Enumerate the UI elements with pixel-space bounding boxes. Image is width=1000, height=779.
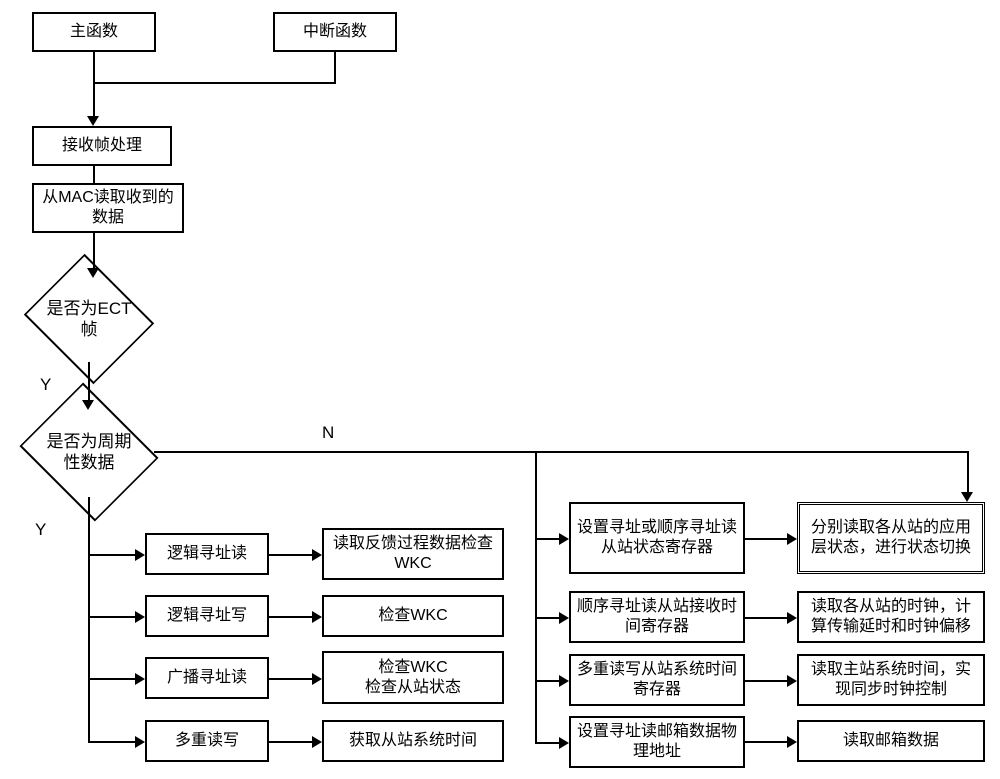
recv-proc: 接收帧处理: [32, 126, 172, 166]
ra4: 设置寻址读邮箱数据物理地址: [569, 716, 745, 768]
main-func: 主函数: [32, 12, 156, 52]
t: 从MAC读取收到的数据: [39, 188, 177, 228]
m1: 读取反馈过程数据检查WKC: [322, 528, 504, 580]
m3: 检查WKC 检查从站状态: [322, 651, 504, 704]
t: 主函数: [70, 22, 118, 42]
rb3: 读取主站系统时间，实现同步时钟控制: [797, 654, 985, 706]
t: 接收帧处理: [62, 136, 142, 156]
t: 中断函数: [303, 22, 367, 42]
ra1: 设置寻址或顺序寻址读从站状态寄存器: [569, 502, 745, 574]
l4: 多重读写: [145, 720, 269, 762]
m4: 获取从站系统时间: [322, 720, 504, 762]
lbl-y2: Y: [35, 520, 46, 540]
rb2: 读取各从站的时钟，计算传输延时和时钟偏移: [797, 591, 985, 643]
lbl-n: N: [322, 423, 334, 443]
rb1: 分别读取各从站的应用层状态，进行状态切换: [797, 502, 985, 574]
rb4: 读取邮箱数据: [797, 720, 985, 762]
ra2: 顺序寻址读从站接收时间寄存器: [569, 591, 745, 643]
l3: 广播寻址读: [145, 657, 269, 699]
t: 是否为ECT帧: [44, 298, 134, 341]
mac-read: 从MAC读取收到的数据: [32, 183, 184, 233]
lbl-y1: Y: [40, 375, 51, 395]
interrupt-func: 中断函数: [273, 12, 397, 52]
m2: 检查WKC: [322, 595, 504, 637]
l1: 逻辑寻址读: [145, 533, 269, 575]
dec-cyc: 是否为周期性数据: [24, 407, 154, 497]
dec-ect: 是否为ECT帧: [29, 276, 149, 362]
l2: 逻辑寻址写: [145, 595, 269, 637]
t: 是否为周期性数据: [40, 431, 138, 474]
ra3: 多重读写从站系统时间寄存器: [569, 654, 745, 706]
